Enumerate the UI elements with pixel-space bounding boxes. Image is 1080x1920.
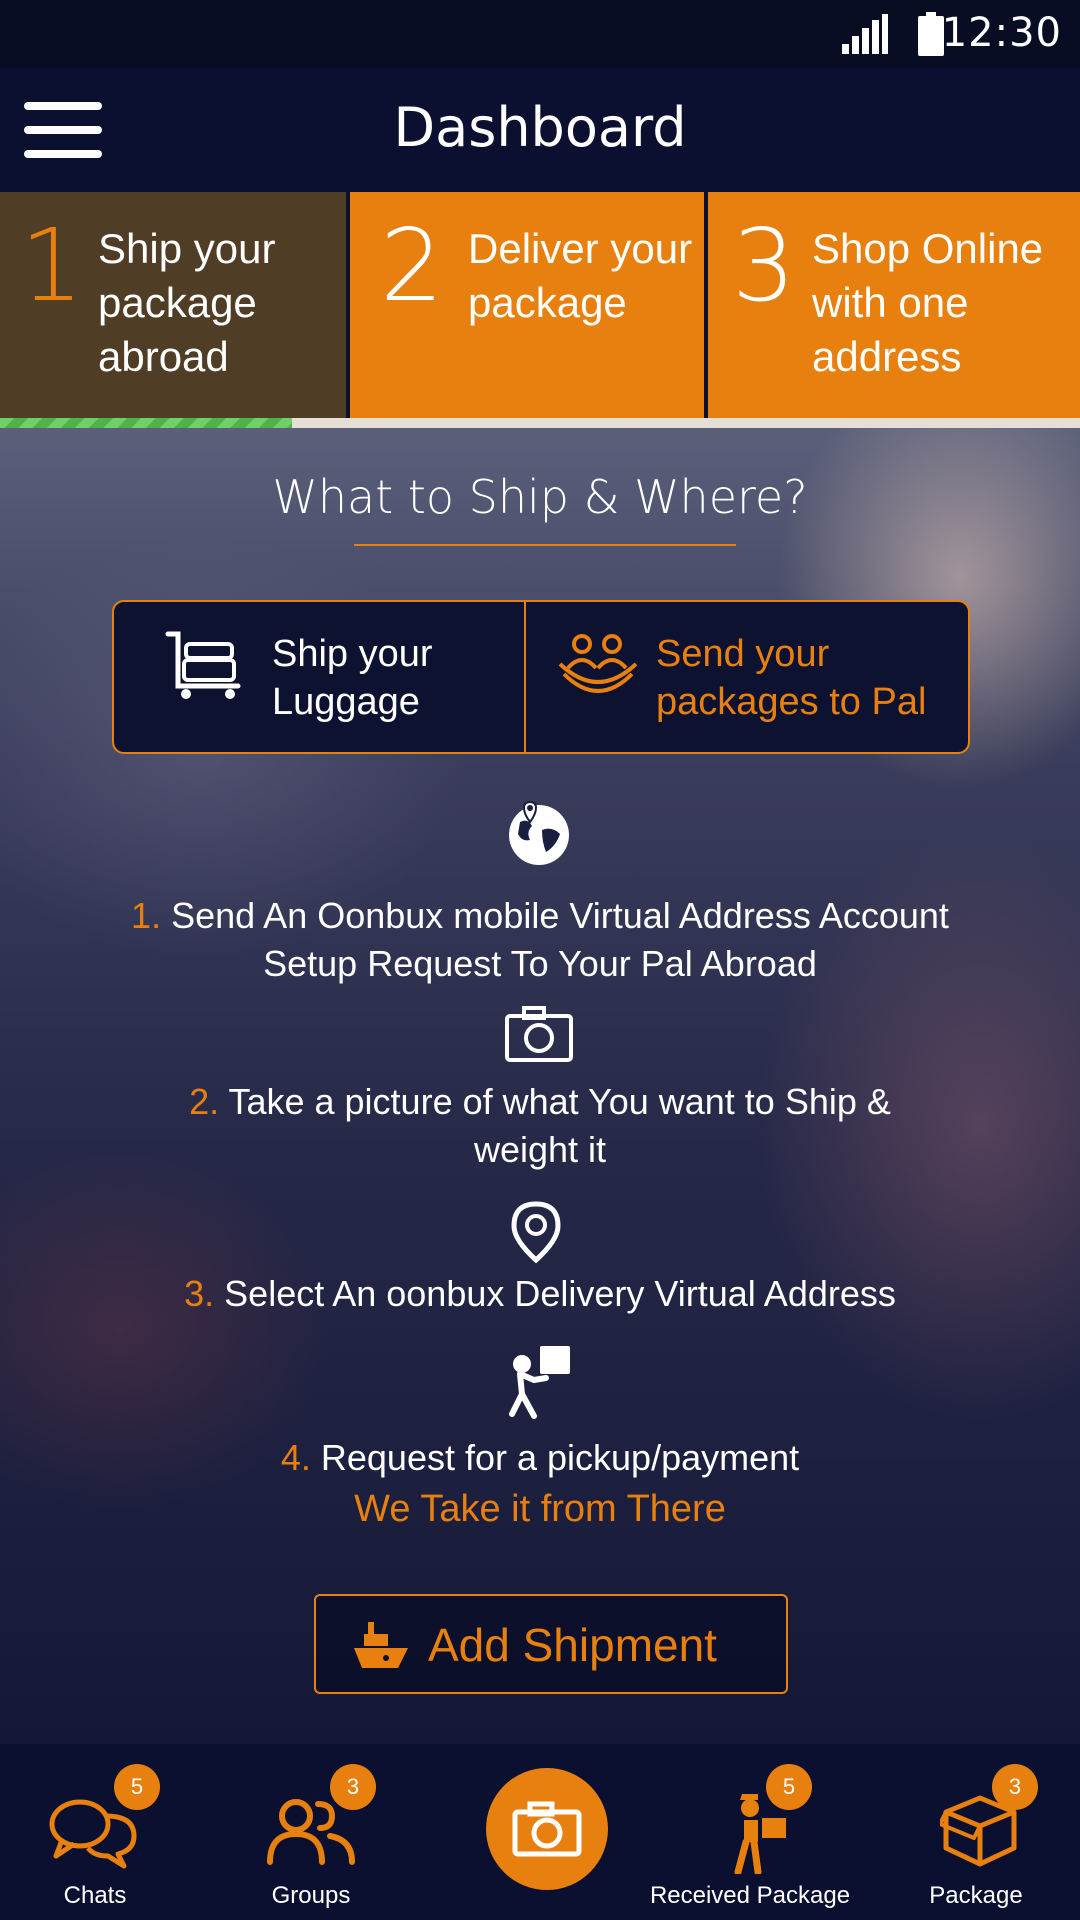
step-ship-abroad[interactable]: 1 Ship your package abroad (0, 192, 346, 418)
tagline: We Take it from There (354, 1488, 726, 1530)
add-shipment-button[interactable]: Add Shipment (314, 1594, 788, 1694)
step-number: 2 (380, 207, 444, 324)
globe-location-icon (509, 800, 569, 865)
instruction-item: 4. Request for a pickup/payment (0, 1434, 1080, 1482)
nav-groups[interactable]: 3 Groups (246, 1744, 376, 1920)
instruction-item: 1. Send An Oonbux mobile Virtual Address… (0, 892, 1080, 988)
chats-badge: 5 (114, 1764, 160, 1810)
hero-section: What to Ship & Where? Ship your Luggage (0, 428, 1080, 1744)
nav-chats[interactable]: 5 Chats (30, 1744, 160, 1920)
instruction-line: 3. Select An oonbux Delivery Virtual Add… (0, 1270, 1080, 1318)
progress-bar (0, 418, 1080, 428)
status-time: 12:30 (941, 10, 1062, 56)
nav-label: Package (929, 1882, 1023, 1909)
instruction-text: weight it (473, 1129, 607, 1170)
instruction-number: 1. (131, 895, 162, 936)
option-label-line: Luggage (272, 681, 420, 723)
instruction-text: Select An oonbux Delivery Virtual Addres… (224, 1273, 896, 1314)
nav-package[interactable]: 3 Package (914, 1744, 1038, 1920)
nav-received-package[interactable]: 5 Received Package (640, 1744, 860, 1920)
step-number: 1 (20, 207, 84, 324)
instruction-text: Take a picture of what You want to Ship … (228, 1081, 891, 1122)
step-label: Shop Online with one address (812, 225, 1044, 380)
camera-icon (505, 1006, 573, 1062)
option-label-line: packages to Pal (656, 681, 927, 723)
instruction-line: 4. Request for a pickup/payment (0, 1434, 1080, 1482)
option-label: Ship your Luggage (272, 630, 433, 726)
option-label: Send your packages to Pal (656, 630, 926, 726)
location-pin-icon (511, 1201, 561, 1264)
ship-icon (354, 1622, 408, 1668)
luggage-cart-icon (165, 631, 241, 699)
instruction-number: 2. (189, 1081, 220, 1122)
instruction-line: 1. Send An Oonbux mobile Virtual Address… (0, 892, 1080, 940)
instruction-item: 3. Select An oonbux Delivery Virtual Add… (0, 1270, 1080, 1318)
nav-label: Chats (63, 1882, 127, 1909)
instruction-number: 4. (280, 1437, 311, 1478)
option-label-line: Send your (656, 633, 830, 675)
camera-icon (512, 1801, 582, 1857)
step-shop-online[interactable]: 3 Shop Online with one address (708, 192, 1080, 418)
ship-options: Ship your Luggage Send your packages to … (112, 600, 970, 754)
package-badge: 3 (992, 1764, 1038, 1810)
instruction-text: Setup Request To Your Pal Abroad (263, 943, 817, 984)
status-bar: 12:30 (0, 0, 1080, 68)
step-number: 3 (732, 207, 796, 324)
ship-luggage-option[interactable]: Ship your Luggage (114, 602, 526, 752)
step-deliver-package[interactable]: 2 Deliver your package (350, 192, 704, 418)
progress-fill (0, 418, 292, 428)
app-header: Dashboard (0, 68, 1080, 192)
instruction-item: 2. Take a picture of what You want to Sh… (0, 1078, 1080, 1174)
instruction-text: Request for a pickup/payment (320, 1437, 800, 1478)
people-group-icon (558, 634, 638, 693)
groups-badge: 3 (330, 1764, 376, 1810)
bottom-nav: 5 Chats 3 Groups 5 Received Package 3 Pa… (0, 1744, 1080, 1920)
step-label: Ship your package abroad (98, 225, 276, 380)
app-screen: 12:30 Dashboard 1 Ship your package abro… (0, 0, 1080, 1920)
step-label: Deliver your package (468, 225, 693, 326)
signal-icon (842, 14, 888, 54)
nav-label: Groups (271, 1882, 351, 1909)
delivery-person-icon (509, 1346, 570, 1419)
battery-icon (918, 12, 944, 56)
send-to-pal-option[interactable]: Send your packages to Pal (526, 602, 968, 752)
camera-button[interactable] (486, 1768, 608, 1890)
option-label-line: Ship your (272, 633, 433, 675)
instruction-line: 2. Take a picture of what You want to Sh… (0, 1078, 1080, 1126)
instruction-text: Send An Oonbux mobile Virtual Address Ac… (171, 895, 949, 936)
steps-bar: 1 Ship your package abroad 2 Deliver you… (0, 192, 1080, 418)
instruction-number: 3. (184, 1273, 215, 1314)
section-title: What to Ship & Where? (272, 470, 808, 524)
add-shipment-label: Add Shipment (428, 1619, 717, 1671)
nav-label: Received Package (649, 1882, 851, 1909)
title-underline (354, 544, 736, 546)
page-title: Dashboard (393, 96, 687, 159)
received-package-badge: 5 (766, 1764, 812, 1810)
